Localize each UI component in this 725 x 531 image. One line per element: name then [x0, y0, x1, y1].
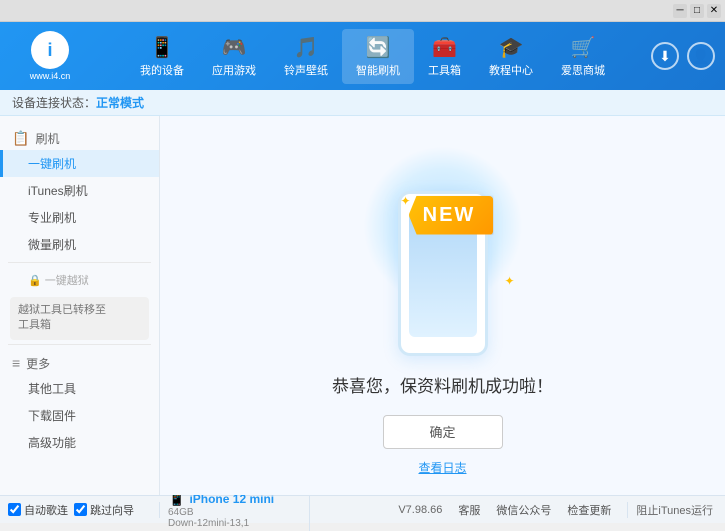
- pro-flash-label: 专业刷机: [28, 211, 76, 225]
- flash-section-icon: 📋: [12, 130, 29, 147]
- ringtones-icon: 🎵: [294, 35, 319, 60]
- sidebar-more-section: ≡ 更多: [0, 349, 159, 375]
- device-firmware: Down-12mini-13,1: [168, 518, 301, 529]
- save-flash-label: 微量刷机: [28, 238, 76, 252]
- header: i www.i4.cn 📱 我的设备 🎮 应用游戏 🎵 铃声壁纸 🔄 智能刷机 …: [0, 22, 725, 90]
- download-fw-label: 下载固件: [28, 409, 76, 423]
- nav-store-label: 爱思商城: [561, 62, 605, 78]
- skip-wizard-checkbox[interactable]: 跳过向导: [74, 502, 134, 518]
- close-button[interactable]: ✕: [707, 4, 721, 18]
- maximize-button[interactable]: □: [690, 4, 704, 18]
- sidebar-item-download-fw[interactable]: 下载固件: [0, 402, 159, 429]
- store-icon: 🛒: [571, 35, 596, 60]
- notice-line1: 越狱工具已转移至: [18, 303, 141, 318]
- notice-line2: 工具箱: [18, 318, 141, 333]
- sidebar-item-save-flash[interactable]: 微量刷机: [0, 231, 159, 258]
- itunes-flash-label: iTunes刷机: [28, 184, 88, 198]
- nav-ringtones[interactable]: 🎵 铃声壁纸: [270, 29, 342, 84]
- bottom-right: V7.98.66 客服 微信公众号 检查更新 阻止iTunes运行: [310, 502, 725, 518]
- nav-apps-games[interactable]: 🎮 应用游戏: [198, 29, 270, 84]
- download-button[interactable]: ⬇: [651, 42, 679, 70]
- my-device-icon: 📱: [150, 35, 175, 60]
- nav-bar: 📱 我的设备 🎮 应用游戏 🎵 铃声壁纸 🔄 智能刷机 🧰 工具箱 🎓 教程中心…: [100, 29, 645, 84]
- nav-my-device-label: 我的设备: [140, 62, 184, 78]
- wechat-link[interactable]: 微信公众号: [496, 502, 551, 518]
- version-label: V7.98.66: [398, 504, 442, 516]
- sidebar-item-one-click-flash[interactable]: 一键刷机: [0, 150, 159, 177]
- nav-smart-flash-label: 智能刷机: [356, 62, 400, 78]
- new-stars-left: ✦: [401, 194, 411, 208]
- sidebar-divider-1: [8, 262, 151, 263]
- logo-icon: i: [31, 31, 69, 69]
- nav-toolbox-label: 工具箱: [428, 62, 461, 78]
- nav-smart-flash[interactable]: 🔄 智能刷机: [342, 29, 414, 84]
- itunes-status: 阻止iTunes运行: [627, 502, 713, 518]
- auto-connect-input[interactable]: [8, 503, 21, 516]
- advanced-label: 高级功能: [28, 436, 76, 450]
- apps-games-icon: 🎮: [222, 35, 247, 60]
- success-illustration: NEW ✦ ✦: [343, 136, 543, 356]
- sidebar-item-other-tools[interactable]: 其他工具: [0, 375, 159, 402]
- update-link[interactable]: 检查更新: [567, 502, 611, 518]
- status-value: 正常模式: [96, 94, 144, 111]
- sidebar-flash-section[interactable]: 📋 刷机: [0, 124, 159, 150]
- more-section-icon: ≡: [12, 355, 20, 371]
- support-link[interactable]: 客服: [458, 502, 480, 518]
- logo-url: www.i4.cn: [30, 71, 71, 81]
- nav-tutorial-label: 教程中心: [489, 62, 533, 78]
- status-bar: 设备连接状态： 正常模式: [0, 90, 725, 116]
- sidebar-item-advanced[interactable]: 高级功能: [0, 429, 159, 456]
- auto-connect-checkbox[interactable]: 自动歌连: [8, 502, 68, 518]
- sidebar: 📋 刷机 一键刷机 iTunes刷机 专业刷机 微量刷机 🔒 一键越狱 越狱工具…: [0, 116, 160, 495]
- logo-area[interactable]: i www.i4.cn: [0, 23, 100, 89]
- flash-section-label: 刷机: [35, 130, 59, 147]
- smart-flash-icon: 🔄: [366, 35, 391, 60]
- nav-store[interactable]: 🛒 爱思商城: [547, 29, 619, 84]
- sidebar-jailbreak-notice: 越狱工具已转移至 工具箱: [10, 297, 149, 340]
- one-click-flash-label: 一键刷机: [28, 157, 76, 171]
- skip-wizard-label: 跳过向导: [90, 502, 134, 518]
- confirm-button[interactable]: 确定: [383, 415, 503, 449]
- device-storage: 64GB: [168, 507, 301, 518]
- main-layout: 📋 刷机 一键刷机 iTunes刷机 专业刷机 微量刷机 🔒 一键越狱 越狱工具…: [0, 116, 725, 495]
- tutorial-icon: 🎓: [499, 35, 524, 60]
- other-tools-label: 其他工具: [28, 382, 76, 396]
- content-area: NEW ✦ ✦ 恭喜您，保资料刷机成功啦！ 确定 查看日志: [160, 116, 725, 495]
- minimize-button[interactable]: ─: [673, 4, 687, 18]
- title-bar: ─ □ ✕: [0, 0, 725, 22]
- user-button[interactable]: 👤: [687, 42, 715, 70]
- auto-connect-label: 自动歌连: [24, 502, 68, 518]
- nav-my-device[interactable]: 📱 我的设备: [126, 29, 198, 84]
- sidebar-item-pro-flash[interactable]: 专业刷机: [0, 204, 159, 231]
- nav-ringtones-label: 铃声壁纸: [284, 62, 328, 78]
- skip-wizard-input[interactable]: [74, 503, 87, 516]
- nav-toolbox[interactable]: 🧰 工具箱: [414, 29, 475, 84]
- sidebar-item-jailbreak: 🔒 一键越狱: [0, 267, 159, 293]
- nav-tutorial[interactable]: 🎓 教程中心: [475, 29, 547, 84]
- new-badge: NEW: [409, 196, 494, 235]
- view-log-link[interactable]: 查看日志: [418, 459, 466, 476]
- sidebar-divider-2: [8, 344, 151, 345]
- sidebar-item-itunes-flash[interactable]: iTunes刷机: [0, 177, 159, 204]
- bottom-bar: 自动歌连 跳过向导 📱 iPhone 12 mini 64GB Down-12m…: [0, 495, 725, 523]
- status-prefix: 设备连接状态：: [12, 94, 96, 111]
- new-stars-right: ✦: [504, 274, 514, 288]
- bottom-checkboxes: 自动歌连 跳过向导: [0, 502, 160, 518]
- success-title: 恭喜您，保资料刷机成功啦！: [332, 372, 553, 397]
- header-right: ⬇ 👤: [645, 42, 725, 70]
- nav-apps-games-label: 应用游戏: [212, 62, 256, 78]
- toolbox-icon: 🧰: [432, 35, 457, 60]
- more-section-label: 更多: [26, 355, 50, 372]
